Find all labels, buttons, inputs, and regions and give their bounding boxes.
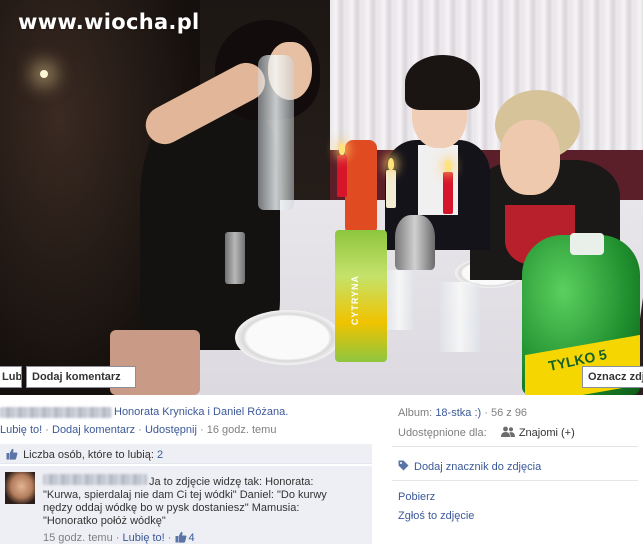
download-row[interactable]: Pobierz	[398, 491, 435, 503]
photo-bottle	[345, 140, 377, 235]
share-link[interactable]: Udostępnij	[145, 424, 197, 436]
privacy-info: Udostępnione dla: Znajomi (+)	[398, 426, 575, 439]
photo-glass	[225, 232, 245, 284]
photo-tag-button[interactable]: Oznacz zdjęcie	[582, 366, 643, 388]
separator: ·	[138, 424, 142, 437]
photo-glass	[385, 270, 413, 330]
photo-caption: Honorata Krynicka i Daniel Różana.	[0, 406, 288, 418]
comment-meta: 15 godz. temu · Lubię to! · 4	[43, 531, 195, 544]
photo-person-hair	[405, 55, 480, 110]
photo-candle	[337, 143, 347, 197]
album-info: Album: 18-stka :) · 56 z 96	[398, 407, 527, 419]
photo-add-comment-button[interactable]: Dodaj komentarz	[26, 366, 136, 388]
divider	[392, 480, 638, 481]
comment-like-count[interactable]: 4	[189, 532, 195, 544]
photo-juice-label: CYTRYNA	[350, 275, 360, 326]
separator: ·	[484, 407, 488, 419]
comment: Ja to zdjęcie widzę tak: Honorata: "Kurw…	[0, 466, 372, 544]
comment-timestamp: 15 godz. temu	[43, 532, 113, 544]
separator: ·	[45, 424, 49, 437]
photo-plate	[235, 310, 340, 365]
report-row[interactable]: Zgłoś to zdjęcie	[398, 510, 474, 522]
album-label: Album:	[398, 407, 433, 419]
like-link[interactable]: Lubię to!	[0, 424, 42, 436]
privacy-selector[interactable]: Znajomi (+)	[519, 427, 575, 439]
separator: ·	[115, 532, 120, 544]
thumbs-up-icon	[175, 531, 187, 543]
divider	[392, 446, 638, 447]
comment-body: Ja to zdjęcie widzę tak: Honorata: "Kurw…	[43, 476, 327, 527]
photo-bottle-cap	[570, 233, 604, 255]
redacted-author-name	[0, 406, 112, 418]
avatar[interactable]	[5, 472, 35, 504]
photo-person-face	[500, 120, 560, 195]
photo-teapot	[395, 215, 435, 270]
privacy-label: Udostępnione dla:	[398, 427, 487, 439]
download-link[interactable]: Pobierz	[398, 491, 435, 503]
separator: ·	[167, 532, 172, 544]
likes-count[interactable]: 2	[157, 449, 163, 461]
photo-viewer[interactable]: CYTRYNA TYLKO 5 www.wiocha.pl Lubię to! …	[0, 0, 643, 395]
photo-candle	[386, 158, 396, 208]
tag-icon	[398, 460, 409, 471]
likes-summary: Liczba osób, które to lubią: 2	[0, 444, 372, 464]
watermark-logo: www.wiocha.pl	[18, 10, 200, 34]
report-link[interactable]: Zgłoś to zdjęcie	[398, 510, 474, 522]
add-tag-row[interactable]: Dodaj znacznik do zdjęcia	[398, 460, 541, 473]
add-comment-link[interactable]: Dodaj komentarz	[52, 424, 135, 436]
photo-sidebar: Album: 18-stka :) · 56 z 96 Udostępnione…	[392, 395, 643, 544]
album-link[interactable]: 18-stka :)	[435, 407, 481, 419]
photo-curtain	[330, 0, 643, 184]
photo-candle	[443, 160, 453, 214]
photo-like-button[interactable]: Lubię to!	[0, 366, 22, 388]
likes-label: Liczba osób, które to lubią:	[23, 449, 154, 461]
photo-details: Honorata Krynicka i Daniel Różana. Lubię…	[0, 395, 643, 544]
photo-actions: Lubię to! · Dodaj komentarz · Udostępnij…	[0, 424, 276, 436]
tagged-people[interactable]: Honorata Krynicka i Daniel Różana.	[114, 406, 288, 418]
album-position: 56 z 96	[490, 407, 528, 419]
separator: ·	[200, 424, 204, 437]
comment-text: Ja to zdjęcie widzę tak: Honorata: "Kurw…	[43, 476, 343, 528]
timestamp: 16 godz. temu	[206, 424, 277, 437]
comment-like-link[interactable]: Lubię to!	[123, 532, 165, 544]
photo-bottle	[258, 55, 294, 210]
friends-icon	[500, 426, 515, 437]
photo-glass	[440, 282, 480, 352]
photo-light	[40, 70, 48, 78]
add-tag-link[interactable]: Dodaj znacznik do zdjęcia	[414, 461, 541, 473]
thumbs-up-icon	[6, 448, 18, 460]
